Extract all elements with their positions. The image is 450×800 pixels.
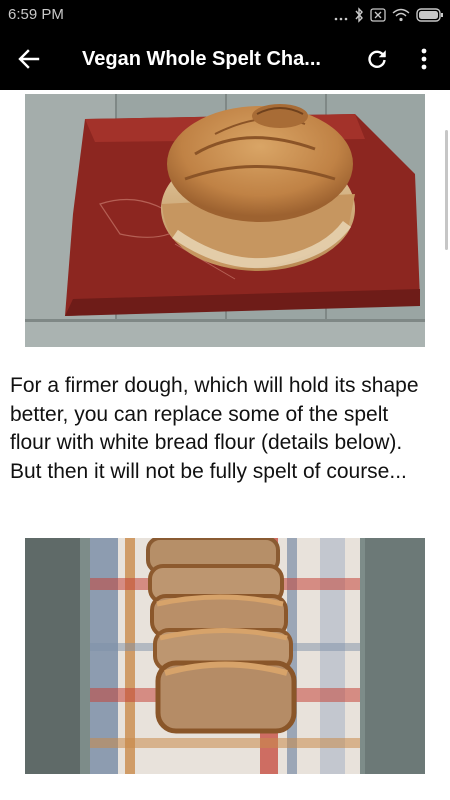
more-options-button[interactable] (410, 45, 438, 77)
dots-icon (334, 9, 348, 24)
wifi-icon (392, 8, 410, 25)
bluetooth-icon (354, 6, 364, 26)
refresh-icon (366, 48, 388, 75)
bread-round-photo (25, 94, 425, 347)
page-title: Vegan Whole Spelt Cha... (82, 48, 321, 70)
battery-icon (416, 7, 444, 25)
status-icons (334, 6, 444, 26)
arrow-left-icon (18, 48, 40, 75)
article-content[interactable]: For a firmer dough, which will hold its … (0, 90, 450, 800)
status-bar: 6:59 PM (0, 0, 450, 32)
scrollbar[interactable] (445, 130, 448, 250)
more-vert-icon (421, 48, 427, 75)
refresh-button[interactable] (361, 45, 393, 77)
article-paragraph: For a firmer dough, which will hold its … (10, 374, 419, 483)
sim-icon (370, 7, 386, 25)
app-bar: Vegan Whole Spelt Cha... (0, 32, 450, 90)
back-button[interactable] (12, 45, 46, 77)
sliced-bread-photo (25, 538, 425, 774)
status-time: 6:59 PM (8, 6, 64, 23)
